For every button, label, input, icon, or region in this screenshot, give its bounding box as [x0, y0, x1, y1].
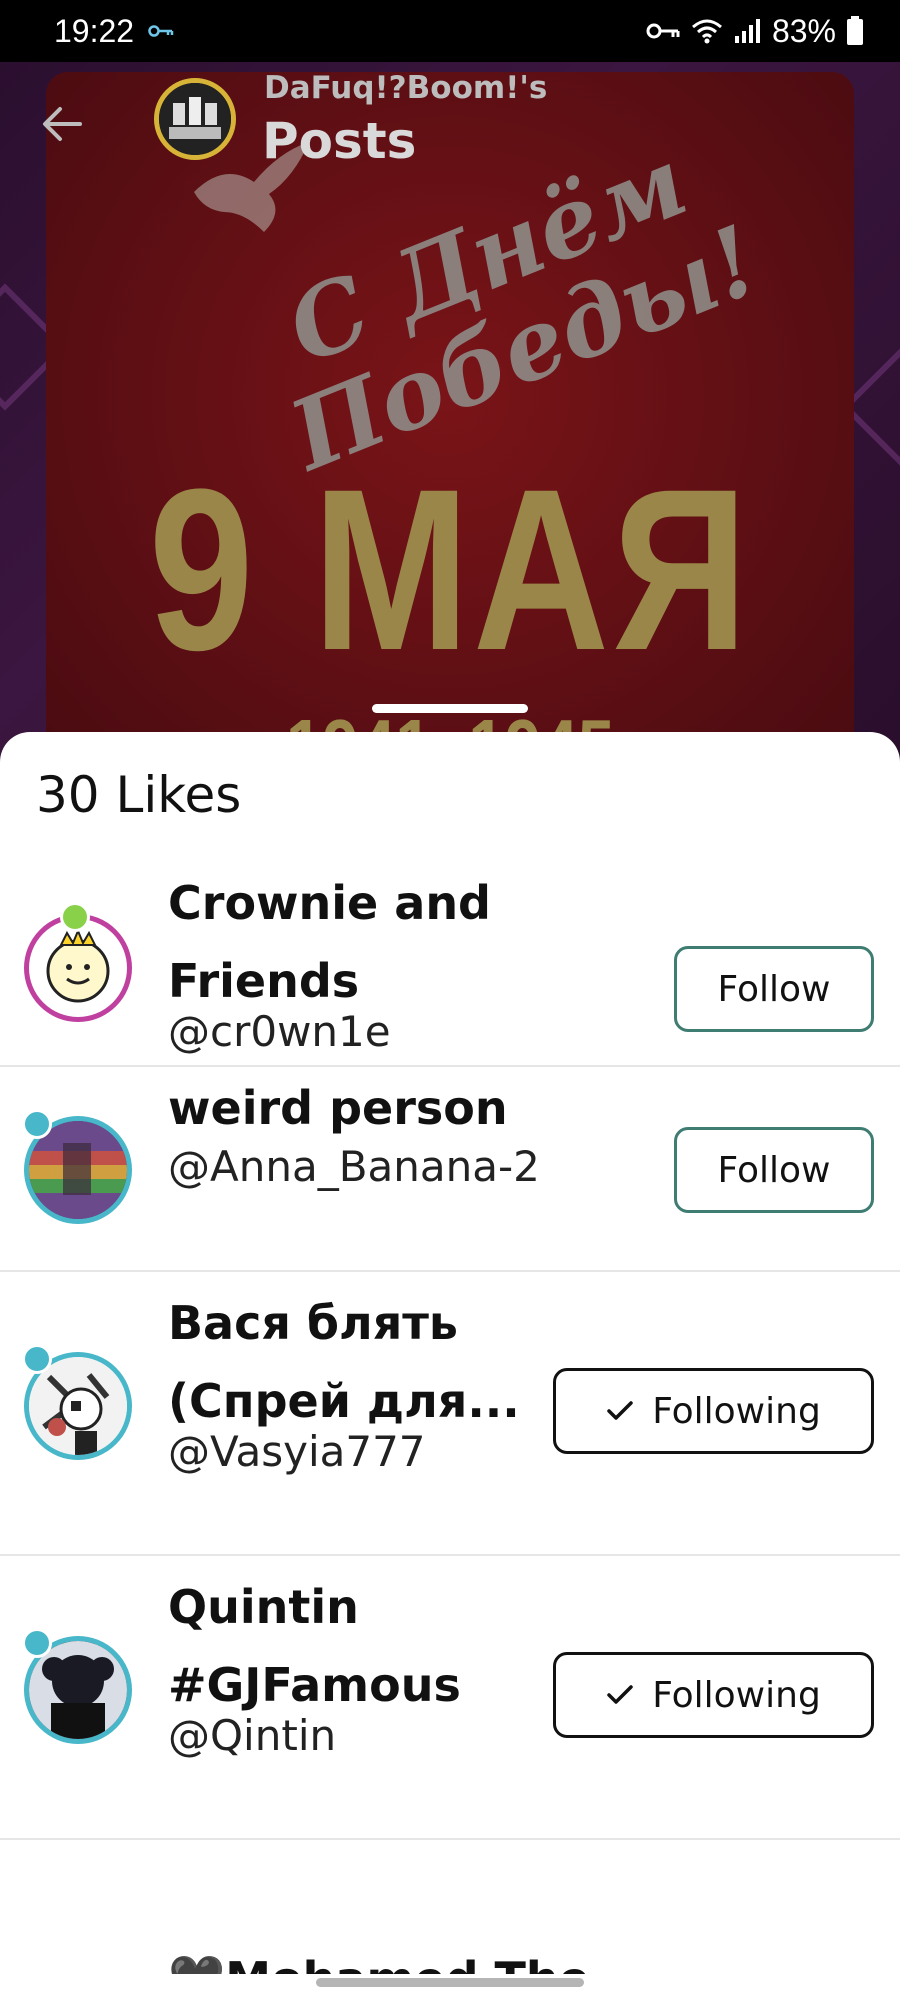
frame-badge-icon [22, 1628, 52, 1658]
user-handle: @cr0wn1e [168, 1007, 391, 1056]
user-row[interactable]: Quintin #GJFamous @Qintin Following [0, 1558, 900, 1840]
frame-badge-icon [22, 1344, 52, 1374]
following-button-label: Following [652, 1390, 821, 1432]
likes-sheet: 30 Likes Crownie and Friends @cr0wn1e Fo… [0, 732, 900, 2000]
follow-button[interactable]: Follow [674, 946, 874, 1032]
wifi-icon [691, 19, 722, 44]
user-row[interactable]: Crownie and Friends @cr0wn1e Follow [0, 862, 900, 1067]
key-icon [646, 23, 680, 39]
following-button[interactable]: Following [553, 1652, 874, 1738]
checkmark-icon [607, 1685, 633, 1704]
user-handle: @Vasyia777 [168, 1427, 426, 1476]
user-name[interactable]: Crownie and Friends [168, 864, 538, 1020]
likes-count-title: 30 Likes [36, 766, 242, 824]
follow-button[interactable]: Follow [674, 1127, 874, 1213]
back-arrow-icon[interactable] [36, 98, 88, 150]
avatar-image [46, 928, 110, 1003]
post-image[interactable]: С Днём Победы! 9 МАЯ 1941–1945 [46, 72, 854, 762]
following-button[interactable]: Following [553, 1368, 874, 1454]
post-date: 9 МАЯ [148, 441, 752, 698]
battery-percent: 83% [771, 12, 836, 49]
user-row[interactable]: weird person @Anna_Banana-2 Follow [0, 1069, 900, 1272]
user-name[interactable]: Quintin #GJFamous [168, 1568, 468, 1724]
owner-avatar-image [159, 83, 231, 155]
page-title: Posts [262, 112, 417, 170]
owner-avatar[interactable] [154, 78, 236, 160]
user-name-partial[interactable]: 🖤Mohamed The [168, 1940, 590, 1974]
user-name[interactable]: Вася блять (Спрей для... [168, 1284, 538, 1440]
home-indicator[interactable] [316, 1978, 584, 1987]
user-name[interactable]: weird person [168, 1069, 538, 1147]
signal-icon [734, 19, 760, 43]
frame-badge-icon [60, 902, 90, 932]
sheet-drag-handle[interactable] [372, 704, 528, 713]
user-row[interactable]: Вася блять (Спрей для... @Vasyia777 Foll… [0, 1274, 900, 1556]
following-button-label: Following [652, 1674, 821, 1716]
user-handle: @Qintin [168, 1711, 337, 1760]
vpn-key-icon [148, 25, 174, 37]
post-greeting: С Днём Победы! [272, 124, 774, 493]
follow-button-label: Follow [717, 968, 831, 1010]
checkmark-icon [607, 1401, 633, 1420]
user-handle: @Anna_Banana-2 [168, 1142, 540, 1191]
follow-button-label: Follow [717, 1149, 831, 1191]
battery-icon [847, 16, 863, 45]
status-time: 19:22 [54, 12, 135, 49]
post-owner-name: DaFuq!?Boom!'s [264, 70, 548, 106]
status-bar: 19:22 83% [0, 0, 900, 62]
post-background: С Днём Победы! 9 МАЯ 1941–1945 [0, 62, 900, 762]
frame-badge-icon [22, 1109, 52, 1139]
